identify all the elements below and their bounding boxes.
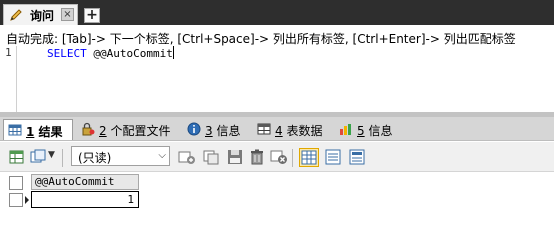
tab-profile-label: 个配置文件 [110,124,171,138]
toolbar-divider [62,149,63,167]
copy-dropdown-icon[interactable]: ▼ [48,150,55,160]
text-view-icon[interactable] [348,149,366,165]
close-tab-icon[interactable]: × [61,8,74,21]
tab-table-data-number: 4 [275,124,283,138]
cancel-changes-icon[interactable] [270,149,288,165]
readonly-select[interactable]: (只读) ⌵ [71,146,170,166]
current-row-marker-icon [25,196,29,204]
save-icon[interactable] [226,149,244,165]
add-row-icon[interactable] [178,149,196,165]
form-view-icon[interactable] [324,149,342,165]
line-number: 1 [5,46,12,59]
table-cell-value: 1 [127,193,134,206]
add-tab-button[interactable]: + [84,8,100,23]
delete-icon[interactable] [248,149,266,165]
tab-table-data[interactable]: 4 表数据 [253,119,335,140]
profile-lock-icon [82,122,95,136]
toolbar-divider [292,149,293,167]
table-cell[interactable]: 1 [31,191,139,208]
tab-query[interactable]: 询问 × [3,4,78,25]
column-header[interactable]: @@AutoCommit [31,174,139,190]
tab-info-2[interactable]: 5 信息 [335,119,401,140]
tab-profile[interactable]: 2 个配置文件 [77,119,179,140]
tab-info-label: 信息 [216,124,241,138]
grid-icon [8,124,22,136]
table-icon [257,123,271,135]
sql-keyword: SELECT [47,47,87,60]
tab-result-label: 结果 [38,125,63,139]
tab-info[interactable]: 3 信息 [183,119,249,140]
sql-argument: @@AutoCommit [93,47,173,60]
query-edit-icon [10,9,22,21]
tab-info-2-label: 信息 [368,124,393,138]
readonly-select-value: (只读) [78,151,112,165]
tab-table-data-label: 表数据 [286,124,323,138]
row-checkbox[interactable] [9,193,23,207]
tab-result-number: 1 [26,125,35,139]
result-tab-bar: 1 结果 2 个配置文件 3 信息 4 表数据 5 信息 [0,117,554,141]
tab-query-label: 询问 [30,9,55,23]
editor-gutter [16,46,17,112]
chart-info-icon [340,124,351,135]
column-header-label: @@AutoCommit [35,175,115,188]
tab-profile-number: 2 [99,124,107,138]
text-caret [172,46,174,59]
duplicate-row-icon[interactable] [202,149,220,165]
tab-info-number: 3 [205,124,213,138]
tab-info-2-number: 5 [357,124,365,138]
sql-editor[interactable]: SELECT @@AutoCommit [47,46,174,60]
select-all-checkbox[interactable] [9,176,23,190]
autocomplete-hint: 自动完成: [Tab]-> 下一个标签, [Ctrl+Space]-> 列出所有… [6,32,516,46]
info-icon [187,122,201,136]
tab-result[interactable]: 1 结果 [3,119,73,140]
export-grid-icon[interactable] [8,149,26,165]
chevron-down-icon: ⌵ [158,150,166,161]
copy-rows-icon[interactable] [30,149,48,165]
grid-view-icon[interactable] [299,148,319,167]
